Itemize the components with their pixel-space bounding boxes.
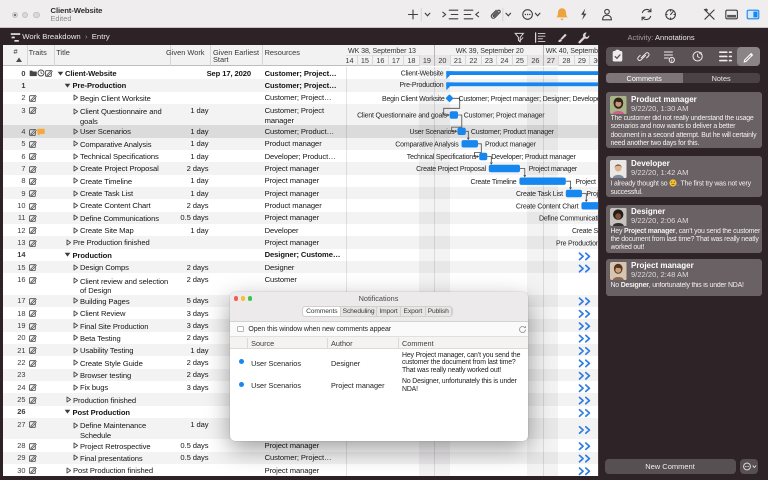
svg-text:Project manager: Project manager	[575, 179, 598, 186]
svg-text:Create Task List: Create Task List	[516, 191, 563, 198]
svg-text:Comparative Analysis: Comparative Analysis	[395, 141, 459, 148]
svg-text:Project manager: Project manager	[586, 191, 598, 198]
svg-text:User Scenarios: User Scenarios	[410, 129, 456, 136]
svg-text:Create Content Chart: Create Content Chart	[516, 203, 579, 210]
svg-text:Customer; Product manager: Customer; Product manager	[471, 129, 555, 136]
svg-text:Technical Specifications: Technical Specifications	[407, 154, 477, 161]
svg-text:Customer; Project manager; Des: Customer; Project manager; Designer; Dev…	[459, 96, 599, 103]
svg-text:Project manager: Project manager	[529, 166, 578, 173]
svg-text:Developer; Product manager: Developer; Product manager	[491, 154, 576, 161]
svg-text:Begin Client Worksite: Begin Client Worksite	[382, 96, 445, 103]
svg-text:Client-Website: Client-Website	[401, 71, 444, 78]
svg-text:Create Project Proposal: Create Project Proposal	[416, 166, 486, 173]
svg-text:Define Communications: Define Communications	[539, 216, 598, 223]
svg-text:Create Site Map: Create Site Map	[572, 228, 598, 235]
svg-text:Pre-Production: Pre-Production	[400, 82, 444, 89]
svg-text:Client Questionnaire and goals: Client Questionnaire and goals	[357, 113, 447, 120]
svg-text:Customer; Project manager: Customer; Project manager	[464, 113, 545, 120]
svg-text:Create Timeline: Create Timeline	[470, 179, 516, 186]
svg-text:Pre Production finished: Pre Production finished	[556, 240, 598, 247]
svg-text:Product manager: Product manager	[485, 141, 537, 148]
